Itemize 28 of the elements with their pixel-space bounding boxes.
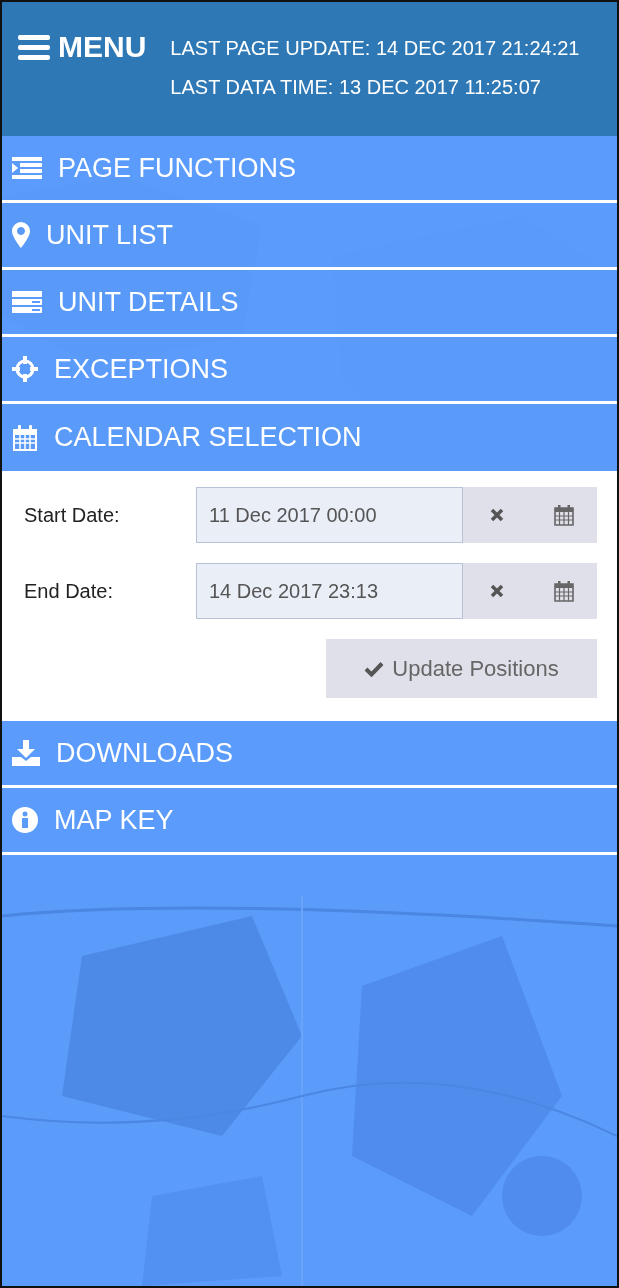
map-pin-icon — [12, 222, 30, 248]
crosshair-icon — [12, 356, 38, 382]
last-data-time-text: LAST DATA TIME: 13 DEC 2017 11:25:07 — [170, 75, 542, 100]
clear-button[interactable] — [463, 487, 530, 543]
clear-button[interactable] — [463, 563, 530, 619]
menu-item[interactable]: UNIT LIST — [2, 203, 617, 270]
date-input-field[interactable]: 14 Dec 2017 23:13 — [196, 563, 463, 619]
field-label: End Date: — [24, 579, 114, 604]
info-icon — [12, 807, 38, 833]
menu-item[interactable]: EXCEPTIONS — [2, 337, 617, 404]
update-positions-button[interactable]: Update Positions — [326, 639, 597, 698]
list-icon — [12, 157, 42, 179]
calendar-button[interactable] — [530, 487, 597, 543]
checkmark-icon — [364, 660, 385, 677]
calendar-icon — [553, 504, 574, 526]
calendar-button[interactable] — [530, 563, 597, 619]
calendar-icon — [553, 580, 574, 602]
menu-button[interactable]: MENU — [18, 32, 147, 62]
menu-item[interactable]: UNIT DETAILS — [2, 270, 617, 337]
field-label: Start Date: — [24, 503, 121, 528]
menu-icon — [18, 33, 50, 61]
close-icon — [489, 584, 504, 598]
date-input-field[interactable]: 11 Dec 2017 00:00 — [196, 487, 463, 543]
last-page-update-text: LAST PAGE UPDATE: 14 DEC 2017 21:24:21 — [170, 36, 580, 61]
close-icon — [489, 508, 504, 522]
server-icon — [12, 291, 42, 313]
download-icon — [12, 740, 40, 766]
calendar-icon — [12, 423, 38, 452]
